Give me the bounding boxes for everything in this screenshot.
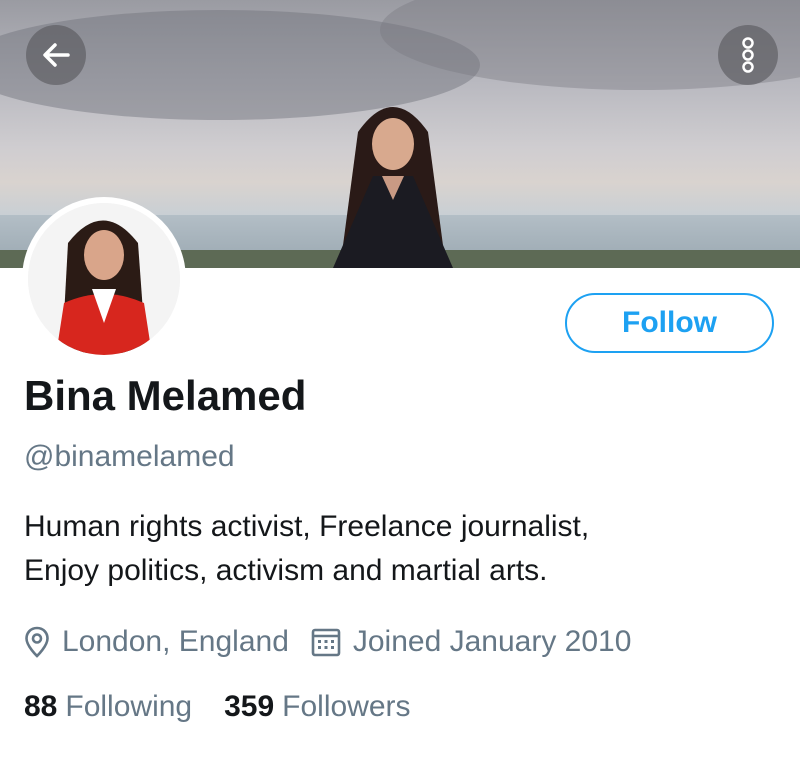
avatar[interactable] xyxy=(22,197,186,361)
follow-button[interactable]: Follow xyxy=(565,293,774,353)
location-text: London, England xyxy=(62,625,289,658)
following-label: Following xyxy=(65,690,193,723)
location-pin-icon xyxy=(24,626,50,658)
more-options-button[interactable] xyxy=(718,25,778,85)
arrow-left-icon xyxy=(43,43,70,67)
profile-meta: London, England Joined January 2010 xyxy=(24,622,631,662)
following-count: 88 xyxy=(24,690,58,723)
profile-handle: @binamelamed xyxy=(24,440,235,473)
followers-link[interactable]: 359 Followers xyxy=(224,690,410,724)
profile-name: Bina Melamed xyxy=(24,372,307,419)
profile-bio: Human rights activist, Freelance journal… xyxy=(24,505,764,593)
more-vertical-icon xyxy=(742,37,754,73)
following-link[interactable]: 88 Following xyxy=(24,690,192,724)
joined-text: Joined January 2010 xyxy=(352,625,632,658)
back-button[interactable] xyxy=(26,25,86,85)
calendar-icon xyxy=(311,627,341,657)
followers-count: 359 xyxy=(224,690,275,723)
bio-line: Enjoy politics, activism and martial art… xyxy=(24,554,548,587)
banner-person-photo xyxy=(333,107,453,268)
followers-label: Followers xyxy=(282,690,411,723)
follow-counts: 88 Following 359 Followers xyxy=(24,690,411,724)
bio-line: Human rights activist, Freelance journal… xyxy=(24,510,590,543)
avatar-photo xyxy=(28,203,180,355)
